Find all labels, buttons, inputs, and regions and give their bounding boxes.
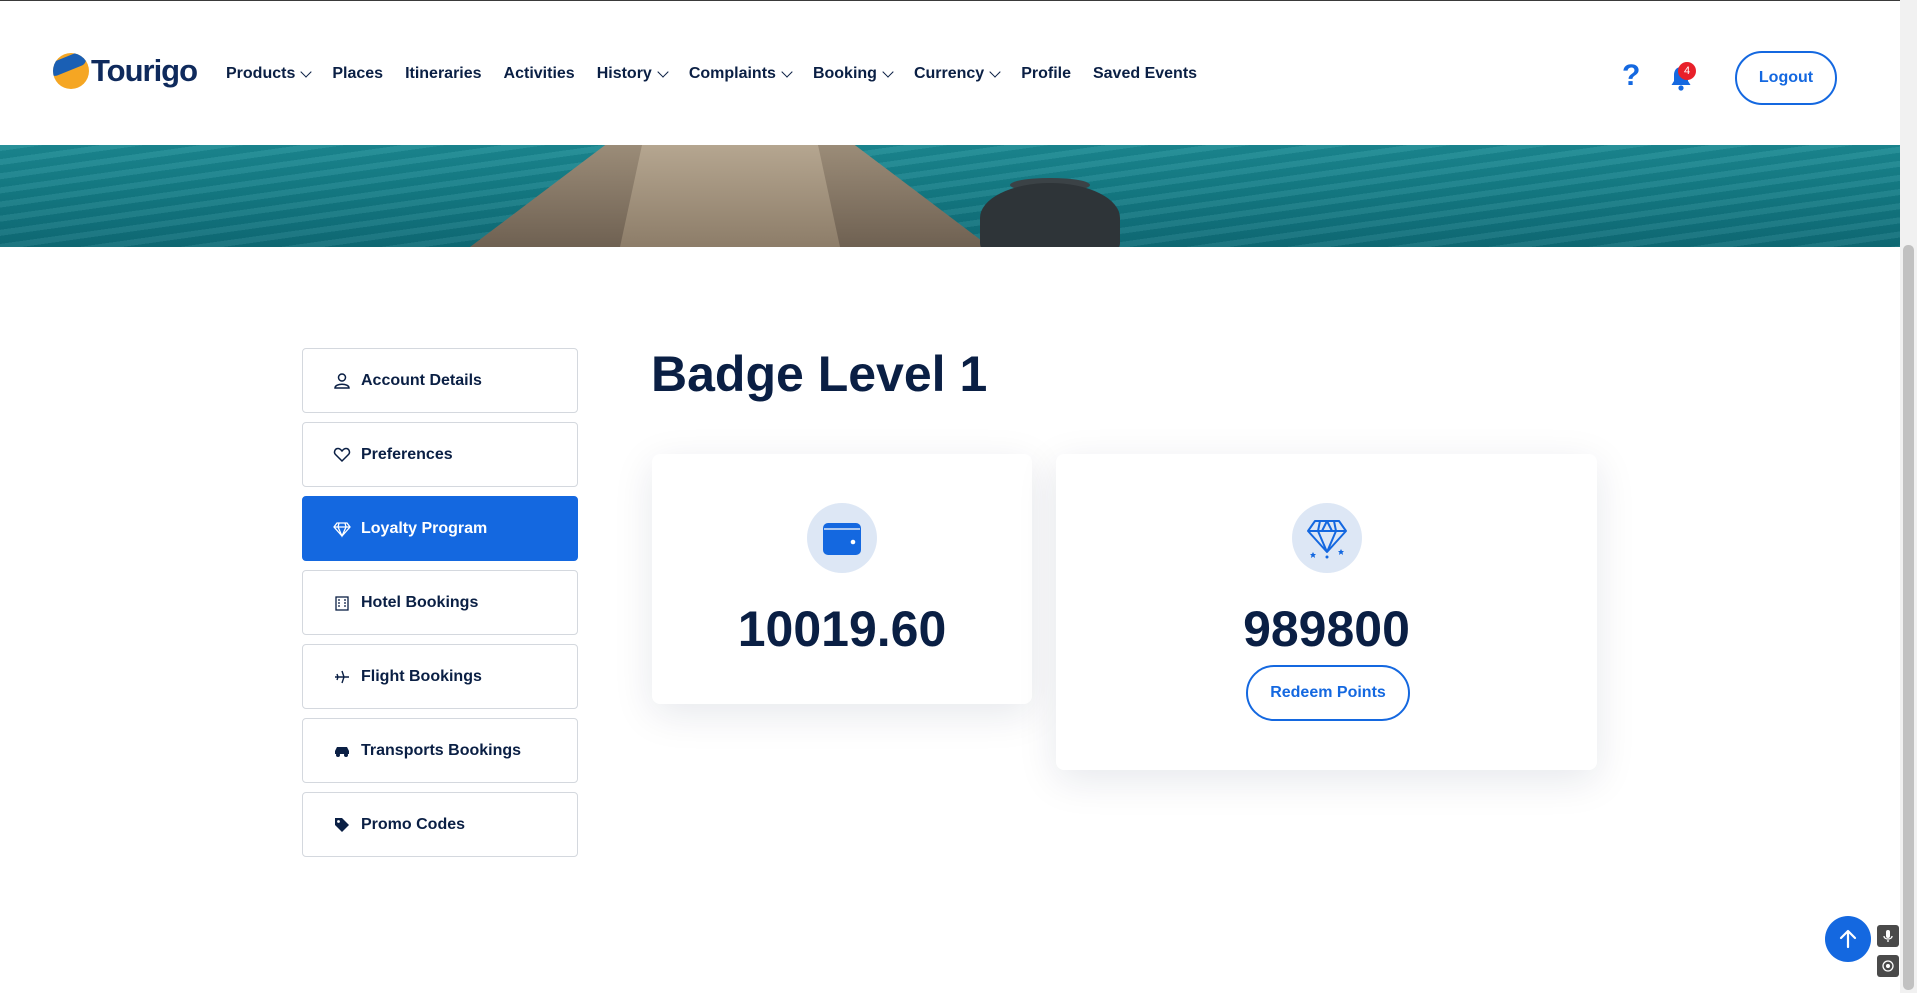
microphone-icon xyxy=(1883,930,1893,942)
nav-label: Booking xyxy=(812,65,877,82)
chevron-down-icon xyxy=(781,65,793,78)
diamond-icon xyxy=(1307,520,1347,559)
hotel-icon xyxy=(335,595,349,611)
nav-label: History xyxy=(596,65,652,82)
wallet-icon xyxy=(823,523,861,555)
wallet-balance: 10019.60 xyxy=(737,601,947,657)
redeem-points-button[interactable]: Redeem Points xyxy=(1246,665,1410,721)
sidebar-item-label: Flight Bookings xyxy=(361,667,482,685)
pier-deck-graphic xyxy=(620,145,840,247)
diamond-icon-circle xyxy=(1292,503,1362,573)
chevron-down-icon xyxy=(989,65,1001,78)
chevron-down-icon xyxy=(657,65,669,78)
nav-history[interactable]: History xyxy=(596,65,669,83)
sidebar-item-account-details[interactable]: Account Details xyxy=(302,348,578,413)
nav-label: Activities xyxy=(503,65,575,82)
nav-profile[interactable]: Profile xyxy=(1021,65,1071,83)
top-header: Tourigo Products Places Itineraries Acti… xyxy=(0,0,1900,145)
arrow-up-icon xyxy=(1839,929,1857,949)
target-icon xyxy=(1882,960,1894,972)
sidebar-item-label: Loyalty Program xyxy=(361,519,488,537)
urn-graphic xyxy=(980,183,1120,247)
chevron-down-icon xyxy=(882,65,894,78)
nav-saved-events[interactable]: Saved Events xyxy=(1093,65,1197,83)
sidebar-item-transports-bookings[interactable]: Transports Bookings xyxy=(302,718,578,783)
nav-booking[interactable]: Booking xyxy=(812,65,894,83)
scrollbar-thumb[interactable] xyxy=(1903,245,1914,990)
notification-count-badge: 4 xyxy=(1678,62,1696,80)
nav-label: Products xyxy=(226,65,296,82)
help-icon[interactable]: ? xyxy=(1622,59,1640,93)
car-icon xyxy=(335,746,349,757)
main-nav: Products Places Itineraries Activities H… xyxy=(226,65,1219,83)
nav-label: Profile xyxy=(1021,65,1071,82)
logo-mark-icon xyxy=(53,53,89,89)
nav-products[interactable]: Products xyxy=(226,65,313,83)
sidebar-item-label: Promo Codes xyxy=(361,815,466,833)
nav-itineraries[interactable]: Itineraries xyxy=(405,65,481,83)
sidebar-item-label: Transports Bookings xyxy=(361,741,522,759)
heart-icon xyxy=(333,447,351,462)
microphone-button[interactable] xyxy=(1877,925,1899,947)
brand-name: Tourigo xyxy=(91,53,198,88)
nav-currency[interactable]: Currency xyxy=(913,65,1001,83)
nav-activities[interactable]: Activities xyxy=(504,65,575,83)
sidebar-item-label: Hotel Bookings xyxy=(361,593,479,611)
wallet-card: 10019.60 xyxy=(652,454,1032,704)
brand-logo[interactable]: Tourigo xyxy=(53,53,198,89)
logout-button[interactable]: Logout xyxy=(1735,51,1837,105)
sidebar-item-flight-bookings[interactable]: Flight Bookings xyxy=(302,644,578,709)
sidebar-item-preferences[interactable]: Preferences xyxy=(302,422,578,487)
sidebar-item-label: Account Details xyxy=(361,371,482,389)
page-title: Badge Level 1 xyxy=(651,346,988,402)
nav-label: Itineraries xyxy=(405,65,482,82)
points-card: 989800 Redeem Points xyxy=(1056,454,1597,770)
sidebar-item-hotel-bookings[interactable]: Hotel Bookings xyxy=(302,570,578,635)
scroll-to-top-button[interactable] xyxy=(1825,916,1871,962)
nav-label: Complaints xyxy=(688,65,776,82)
nav-label: Places xyxy=(332,65,384,82)
nav-complaints[interactable]: Complaints xyxy=(688,65,793,83)
locate-button[interactable] xyxy=(1877,955,1899,977)
hero-banner-image xyxy=(0,145,1900,247)
sidebar-item-loyalty-program[interactable]: Loyalty Program xyxy=(302,496,578,561)
tag-icon xyxy=(335,817,349,832)
plane-icon xyxy=(335,670,349,683)
wallet-icon-circle xyxy=(807,503,877,573)
points-balance: 989800 xyxy=(1243,601,1410,657)
user-icon xyxy=(334,372,350,389)
sidebar-item-label: Preferences xyxy=(361,445,453,463)
nav-label: Saved Events xyxy=(1092,65,1198,82)
chevron-down-icon xyxy=(300,65,313,78)
nav-label: Currency xyxy=(913,65,985,82)
sidebar-item-promo-codes[interactable]: Promo Codes xyxy=(302,792,578,857)
nav-places[interactable]: Places xyxy=(332,65,383,83)
diamond-icon xyxy=(333,521,351,538)
